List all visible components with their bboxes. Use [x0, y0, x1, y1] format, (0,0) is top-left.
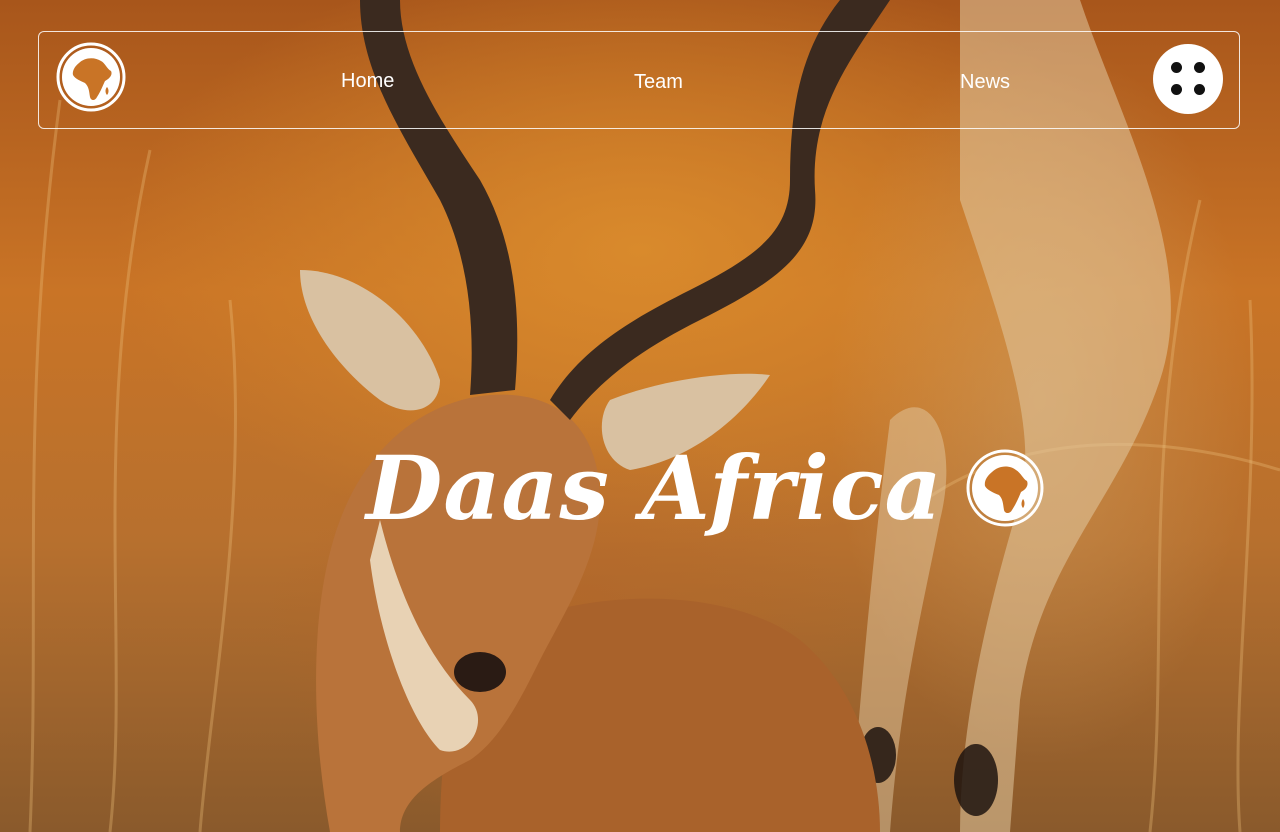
menu-dot-icon — [1194, 84, 1205, 95]
menu-dot-icon — [1171, 62, 1182, 73]
globe-africa-icon — [966, 449, 1044, 527]
top-navigation-bar: Home Team News — [38, 31, 1240, 129]
nav-link-team[interactable]: Team — [634, 70, 683, 94]
menu-dot-icon — [1194, 62, 1205, 73]
nav-link-news[interactable]: News — [960, 70, 1010, 94]
globe-africa-icon[interactable] — [55, 41, 127, 113]
menu-button[interactable] — [1153, 44, 1223, 114]
hero-title: Daas Africa — [366, 436, 943, 540]
nav-link-home[interactable]: Home — [341, 69, 394, 93]
menu-dot-icon — [1171, 84, 1182, 95]
hero-title-group: Daas Africa — [366, 428, 1045, 548]
